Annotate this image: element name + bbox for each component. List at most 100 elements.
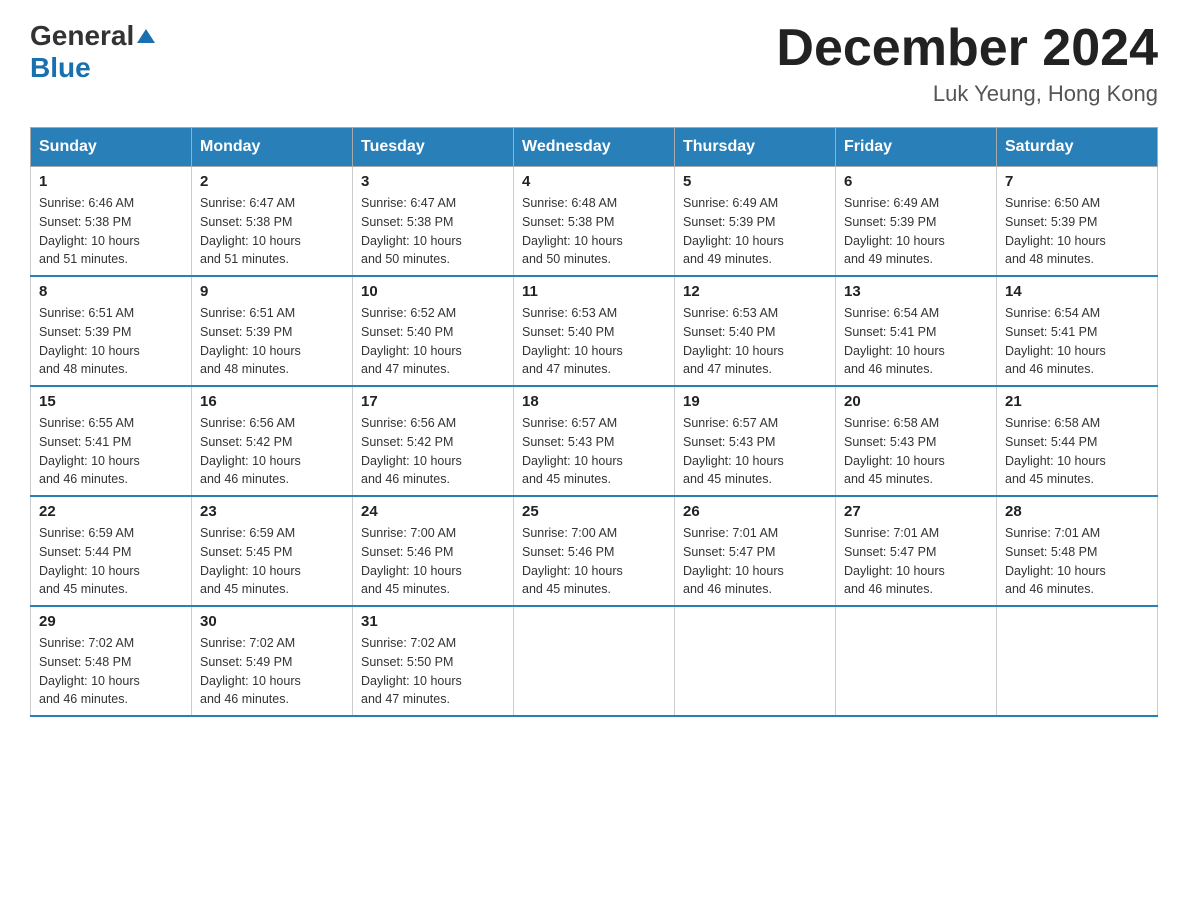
- day-number: 24: [361, 503, 505, 520]
- day-number: 29: [39, 613, 183, 630]
- calendar-cell: 8 Sunrise: 6:51 AMSunset: 5:39 PMDayligh…: [31, 276, 192, 386]
- day-number: 6: [844, 173, 988, 190]
- calendar-cell: 21 Sunrise: 6:58 AMSunset: 5:44 PMDaylig…: [997, 386, 1158, 496]
- day-info: Sunrise: 6:51 AMSunset: 5:39 PMDaylight:…: [200, 306, 301, 376]
- day-info: Sunrise: 6:48 AMSunset: 5:38 PMDaylight:…: [522, 196, 623, 266]
- header-day-monday: Monday: [192, 128, 353, 167]
- day-info: Sunrise: 7:00 AMSunset: 5:46 PMDaylight:…: [522, 526, 623, 596]
- day-number: 12: [683, 283, 827, 300]
- calendar-cell: 3 Sunrise: 6:47 AMSunset: 5:38 PMDayligh…: [353, 167, 514, 277]
- logo-blue-text: Blue: [30, 52, 158, 84]
- calendar-cell: 28 Sunrise: 7:01 AMSunset: 5:48 PMDaylig…: [997, 496, 1158, 606]
- logo-triangle-icon: [135, 25, 157, 47]
- calendar-cell: 24 Sunrise: 7:00 AMSunset: 5:46 PMDaylig…: [353, 496, 514, 606]
- day-info: Sunrise: 6:49 AMSunset: 5:39 PMDaylight:…: [844, 196, 945, 266]
- week-row-1: 1 Sunrise: 6:46 AMSunset: 5:38 PMDayligh…: [31, 167, 1158, 277]
- day-number: 4: [522, 173, 666, 190]
- day-info: Sunrise: 6:58 AMSunset: 5:44 PMDaylight:…: [1005, 416, 1106, 486]
- day-number: 21: [1005, 393, 1149, 410]
- day-info: Sunrise: 6:57 AMSunset: 5:43 PMDaylight:…: [683, 416, 784, 486]
- calendar-cell: 6 Sunrise: 6:49 AMSunset: 5:39 PMDayligh…: [836, 167, 997, 277]
- title-section: December 2024 Luk Yeung, Hong Kong: [776, 20, 1158, 107]
- calendar-cell: 5 Sunrise: 6:49 AMSunset: 5:39 PMDayligh…: [675, 167, 836, 277]
- calendar-cell: 20 Sunrise: 6:58 AMSunset: 5:43 PMDaylig…: [836, 386, 997, 496]
- day-info: Sunrise: 7:01 AMSunset: 5:47 PMDaylight:…: [683, 526, 784, 596]
- day-number: 14: [1005, 283, 1149, 300]
- week-row-4: 22 Sunrise: 6:59 AMSunset: 5:44 PMDaylig…: [31, 496, 1158, 606]
- calendar-cell: [997, 606, 1158, 716]
- calendar-cell: 26 Sunrise: 7:01 AMSunset: 5:47 PMDaylig…: [675, 496, 836, 606]
- page-header: General Blue December 2024 Luk Yeung, Ho…: [30, 20, 1158, 107]
- day-number: 18: [522, 393, 666, 410]
- day-info: Sunrise: 6:55 AMSunset: 5:41 PMDaylight:…: [39, 416, 140, 486]
- calendar-cell: [675, 606, 836, 716]
- day-number: 25: [522, 503, 666, 520]
- day-info: Sunrise: 6:47 AMSunset: 5:38 PMDaylight:…: [200, 196, 301, 266]
- day-number: 1: [39, 173, 183, 190]
- calendar-cell: 18 Sunrise: 6:57 AMSunset: 5:43 PMDaylig…: [514, 386, 675, 496]
- day-info: Sunrise: 6:54 AMSunset: 5:41 PMDaylight:…: [1005, 306, 1106, 376]
- calendar-cell: 17 Sunrise: 6:56 AMSunset: 5:42 PMDaylig…: [353, 386, 514, 496]
- header-day-sunday: Sunday: [31, 128, 192, 167]
- header-row: SundayMondayTuesdayWednesdayThursdayFrid…: [31, 128, 1158, 167]
- calendar-cell: 27 Sunrise: 7:01 AMSunset: 5:47 PMDaylig…: [836, 496, 997, 606]
- calendar-body: 1 Sunrise: 6:46 AMSunset: 5:38 PMDayligh…: [31, 167, 1158, 717]
- day-info: Sunrise: 6:51 AMSunset: 5:39 PMDaylight:…: [39, 306, 140, 376]
- day-number: 19: [683, 393, 827, 410]
- day-info: Sunrise: 7:02 AMSunset: 5:49 PMDaylight:…: [200, 636, 301, 706]
- calendar-cell: 11 Sunrise: 6:53 AMSunset: 5:40 PMDaylig…: [514, 276, 675, 386]
- calendar-cell: 13 Sunrise: 6:54 AMSunset: 5:41 PMDaylig…: [836, 276, 997, 386]
- header-day-tuesday: Tuesday: [353, 128, 514, 167]
- location-text: Luk Yeung, Hong Kong: [776, 81, 1158, 107]
- day-info: Sunrise: 6:52 AMSunset: 5:40 PMDaylight:…: [361, 306, 462, 376]
- day-number: 27: [844, 503, 988, 520]
- calendar-cell: 22 Sunrise: 6:59 AMSunset: 5:44 PMDaylig…: [31, 496, 192, 606]
- calendar-cell: [514, 606, 675, 716]
- day-number: 11: [522, 283, 666, 300]
- calendar-cell: 29 Sunrise: 7:02 AMSunset: 5:48 PMDaylig…: [31, 606, 192, 716]
- day-number: 31: [361, 613, 505, 630]
- day-number: 17: [361, 393, 505, 410]
- calendar-cell: 19 Sunrise: 6:57 AMSunset: 5:43 PMDaylig…: [675, 386, 836, 496]
- day-number: 20: [844, 393, 988, 410]
- day-info: Sunrise: 6:57 AMSunset: 5:43 PMDaylight:…: [522, 416, 623, 486]
- day-number: 23: [200, 503, 344, 520]
- day-info: Sunrise: 6:53 AMSunset: 5:40 PMDaylight:…: [522, 306, 623, 376]
- day-info: Sunrise: 6:59 AMSunset: 5:45 PMDaylight:…: [200, 526, 301, 596]
- day-number: 28: [1005, 503, 1149, 520]
- day-info: Sunrise: 6:46 AMSunset: 5:38 PMDaylight:…: [39, 196, 140, 266]
- calendar-cell: 10 Sunrise: 6:52 AMSunset: 5:40 PMDaylig…: [353, 276, 514, 386]
- day-number: 22: [39, 503, 183, 520]
- calendar-cell: 2 Sunrise: 6:47 AMSunset: 5:38 PMDayligh…: [192, 167, 353, 277]
- day-number: 30: [200, 613, 344, 630]
- calendar-table: SundayMondayTuesdayWednesdayThursdayFrid…: [30, 127, 1158, 717]
- day-number: 3: [361, 173, 505, 190]
- day-info: Sunrise: 7:00 AMSunset: 5:46 PMDaylight:…: [361, 526, 462, 596]
- day-info: Sunrise: 6:49 AMSunset: 5:39 PMDaylight:…: [683, 196, 784, 266]
- day-info: Sunrise: 6:56 AMSunset: 5:42 PMDaylight:…: [361, 416, 462, 486]
- calendar-cell: 4 Sunrise: 6:48 AMSunset: 5:38 PMDayligh…: [514, 167, 675, 277]
- calendar-cell: 7 Sunrise: 6:50 AMSunset: 5:39 PMDayligh…: [997, 167, 1158, 277]
- calendar-cell: 25 Sunrise: 7:00 AMSunset: 5:46 PMDaylig…: [514, 496, 675, 606]
- day-info: Sunrise: 7:01 AMSunset: 5:48 PMDaylight:…: [1005, 526, 1106, 596]
- calendar-cell: 23 Sunrise: 6:59 AMSunset: 5:45 PMDaylig…: [192, 496, 353, 606]
- day-number: 13: [844, 283, 988, 300]
- calendar-header: SundayMondayTuesdayWednesdayThursdayFrid…: [31, 128, 1158, 167]
- week-row-2: 8 Sunrise: 6:51 AMSunset: 5:39 PMDayligh…: [31, 276, 1158, 386]
- day-number: 8: [39, 283, 183, 300]
- logo: General Blue: [30, 20, 158, 84]
- day-info: Sunrise: 7:02 AMSunset: 5:48 PMDaylight:…: [39, 636, 140, 706]
- month-title: December 2024: [776, 20, 1158, 77]
- header-day-friday: Friday: [836, 128, 997, 167]
- day-number: 15: [39, 393, 183, 410]
- calendar-cell: 30 Sunrise: 7:02 AMSunset: 5:49 PMDaylig…: [192, 606, 353, 716]
- day-number: 16: [200, 393, 344, 410]
- logo-general-text: General: [30, 20, 134, 52]
- week-row-5: 29 Sunrise: 7:02 AMSunset: 5:48 PMDaylig…: [31, 606, 1158, 716]
- day-number: 26: [683, 503, 827, 520]
- header-day-thursday: Thursday: [675, 128, 836, 167]
- day-info: Sunrise: 6:50 AMSunset: 5:39 PMDaylight:…: [1005, 196, 1106, 266]
- calendar-cell: 14 Sunrise: 6:54 AMSunset: 5:41 PMDaylig…: [997, 276, 1158, 386]
- day-info: Sunrise: 6:58 AMSunset: 5:43 PMDaylight:…: [844, 416, 945, 486]
- header-day-saturday: Saturday: [997, 128, 1158, 167]
